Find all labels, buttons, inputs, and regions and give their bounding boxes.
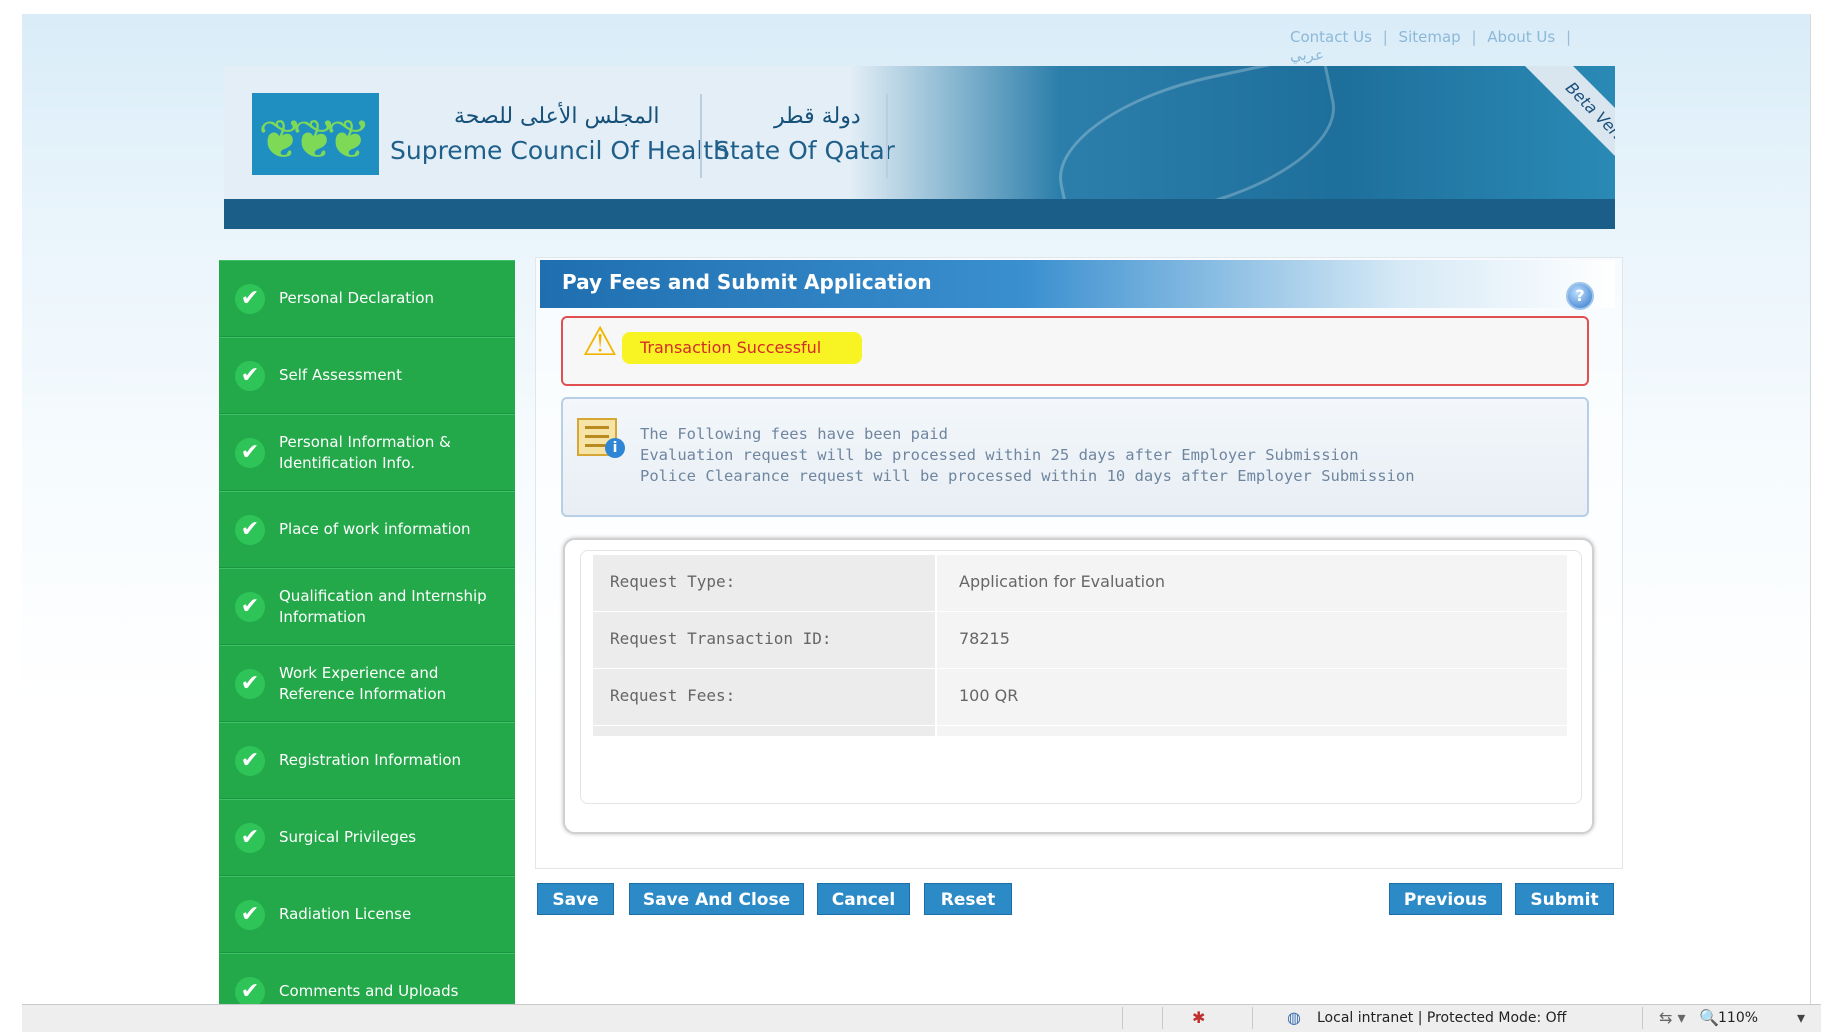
detail-key: Request Transaction ID: (610, 629, 832, 648)
leaf-decoration (1044, 66, 1350, 199)
info-line: The Following fees have been paid (640, 425, 948, 443)
zoom-dropdown-icon[interactable]: ▾ (1797, 1008, 1805, 1027)
sidebar-item-label: Personal Declaration (279, 289, 435, 307)
sidebar-item-label: Work Experience and Reference Informatio… (279, 663, 447, 703)
check-icon: ✔ (235, 437, 265, 468)
contact-us-link[interactable]: Contact Us (1290, 28, 1372, 46)
link-separator: | (1566, 28, 1572, 46)
sidebar-item-label: Personal Information & Identification In… (279, 432, 451, 472)
link-separator: | (1382, 28, 1388, 46)
sidebar-item-self-assessment[interactable]: ✔ Self Assessment (219, 337, 515, 414)
check-icon: ✔ (235, 822, 265, 853)
browser-status-bar: ✱ ◍ Local intranet | Protected Mode: Off… (22, 1004, 1821, 1032)
status-divider (1252, 1007, 1253, 1029)
zoom-level[interactable]: 110% (1718, 1010, 1758, 1026)
sidebar-item-label: Surgical Privileges (279, 828, 417, 846)
sidebar-item-surgical-privileges[interactable]: ✔ Surgical Privileges (219, 799, 515, 876)
check-icon: ✔ (235, 591, 265, 622)
window-edge (1810, 14, 1821, 1004)
detail-value: 78215 (959, 629, 1010, 648)
top-links: Contact Us | Sitemap | About Us | عربي (1290, 28, 1620, 64)
sidebar-item-label: Qualification and Internship Information (279, 586, 487, 626)
sidebar-item-personal-information[interactable]: ✔ Personal Information & Identification … (219, 414, 515, 491)
page-tools-icon[interactable]: ⇆ ▾ (1659, 1008, 1686, 1027)
help-icon[interactable]: ? (1566, 282, 1594, 310)
submit-button[interactable]: Submit (1515, 883, 1614, 915)
change-password-link[interactable]: Change your password (1299, 203, 1471, 221)
sidebar-item-label: Registration Information (279, 751, 462, 769)
zoom-icon[interactable]: 🔍 (1699, 1008, 1719, 1027)
info-message-text: The Following fees have been paid Evalua… (640, 424, 1415, 487)
sidebar-item-qualification[interactable]: ✔ Qualification and Internship Informati… (219, 568, 515, 645)
sidebar-item-label: Radiation License (279, 905, 412, 923)
header-divider (700, 94, 702, 178)
about-us-link[interactable]: About Us (1487, 28, 1555, 46)
figure-icon: ❦ (326, 108, 372, 171)
header-divider (886, 94, 888, 178)
council-logo: ❦ ❦ ❦ (252, 93, 379, 175)
status-divider (1642, 1007, 1643, 1029)
detail-row-request-fees: Request Fees: 100 QR (593, 669, 1567, 725)
arabic-language-link[interactable]: عربي (1290, 46, 1324, 64)
account-links: Change your password Sign Out (1299, 203, 1599, 221)
org-name-arabic: المجلس الأعلى للصحة (454, 104, 660, 129)
check-icon: ✔ (235, 283, 265, 314)
save-and-close-button[interactable]: Save And Close (629, 883, 804, 915)
info-line: Police Clearance request will be process… (640, 467, 1415, 485)
detail-value: 100 QR (959, 686, 1019, 705)
detail-row-request-type: Request Type: Application for Evaluation (593, 555, 1567, 611)
check-icon: ✔ (235, 514, 265, 545)
previous-button[interactable]: Previous (1389, 883, 1502, 915)
check-icon: ✔ (235, 745, 265, 776)
panel-header: Pay Fees and Submit Application (540, 260, 1615, 308)
org-name-english: Supreme Council Of Health (390, 136, 729, 165)
site-header: ❦ ❦ ❦ المجلس الأعلى للصحة Supreme Counci… (224, 66, 1615, 229)
info-line: Evaluation request will be processed wit… (640, 446, 1359, 464)
detail-key: Request Fees: (610, 686, 736, 705)
detail-key: Request Type: (610, 572, 736, 591)
save-button[interactable]: Save (537, 883, 614, 915)
check-icon: ✔ (235, 668, 265, 699)
state-name-english: State Of Qatar (714, 136, 895, 165)
wizard-steps-sidebar: ✔ Personal Declaration ✔ Self Assessment… (219, 260, 515, 1004)
page-title: Pay Fees and Submit Application (562, 270, 932, 294)
sidebar-item-work-experience[interactable]: ✔ Work Experience and Reference Informat… (219, 645, 515, 722)
sidebar-item-radiation-license[interactable]: ✔ Radiation License (219, 876, 515, 953)
sign-out-link[interactable]: Sign Out (1531, 203, 1596, 221)
globe-icon: ◍ (1287, 1008, 1301, 1027)
check-icon: ✔ (235, 899, 265, 930)
check-icon: ✔ (235, 360, 265, 391)
detail-row-transaction-id: Request Transaction ID: 78215 (593, 612, 1567, 668)
status-divider (1122, 1007, 1123, 1029)
detail-value: Application for Evaluation (959, 572, 1165, 591)
link-separator: | (1471, 28, 1477, 46)
beta-version-ribbon: Beta Version (1500, 66, 1615, 199)
sidebar-item-personal-declaration[interactable]: ✔ Personal Declaration (219, 260, 515, 337)
state-name-arabic: دولة قطر (774, 104, 861, 129)
sidebar-item-label: Comments and Uploads (279, 982, 459, 1000)
sitemap-link[interactable]: Sitemap (1399, 28, 1461, 46)
sidebar-item-place-of-work[interactable]: ✔ Place of work information (219, 491, 515, 568)
security-zone-text: Local intranet | Protected Mode: Off (1317, 1010, 1567, 1026)
info-badge-icon: i (605, 438, 625, 458)
cancel-button[interactable]: Cancel (817, 883, 910, 915)
sidebar-item-comments-uploads[interactable]: ✔ Comments and Uploads (219, 953, 515, 1004)
alert-message: Transaction Successful (640, 338, 822, 357)
sidebar-item-label: Self Assessment (279, 366, 402, 384)
sidebar-item-label: Place of work information (279, 520, 471, 538)
status-divider (1162, 1007, 1163, 1029)
detail-row-partial (593, 726, 1567, 736)
warning-icon: ⚠ (582, 319, 618, 365)
reset-button[interactable]: Reset (924, 883, 1012, 915)
sidebar-item-registration[interactable]: ✔ Registration Information (219, 722, 515, 799)
popup-blocker-icon[interactable]: ✱ (1192, 1008, 1205, 1027)
check-icon: ✔ (235, 976, 265, 1004)
